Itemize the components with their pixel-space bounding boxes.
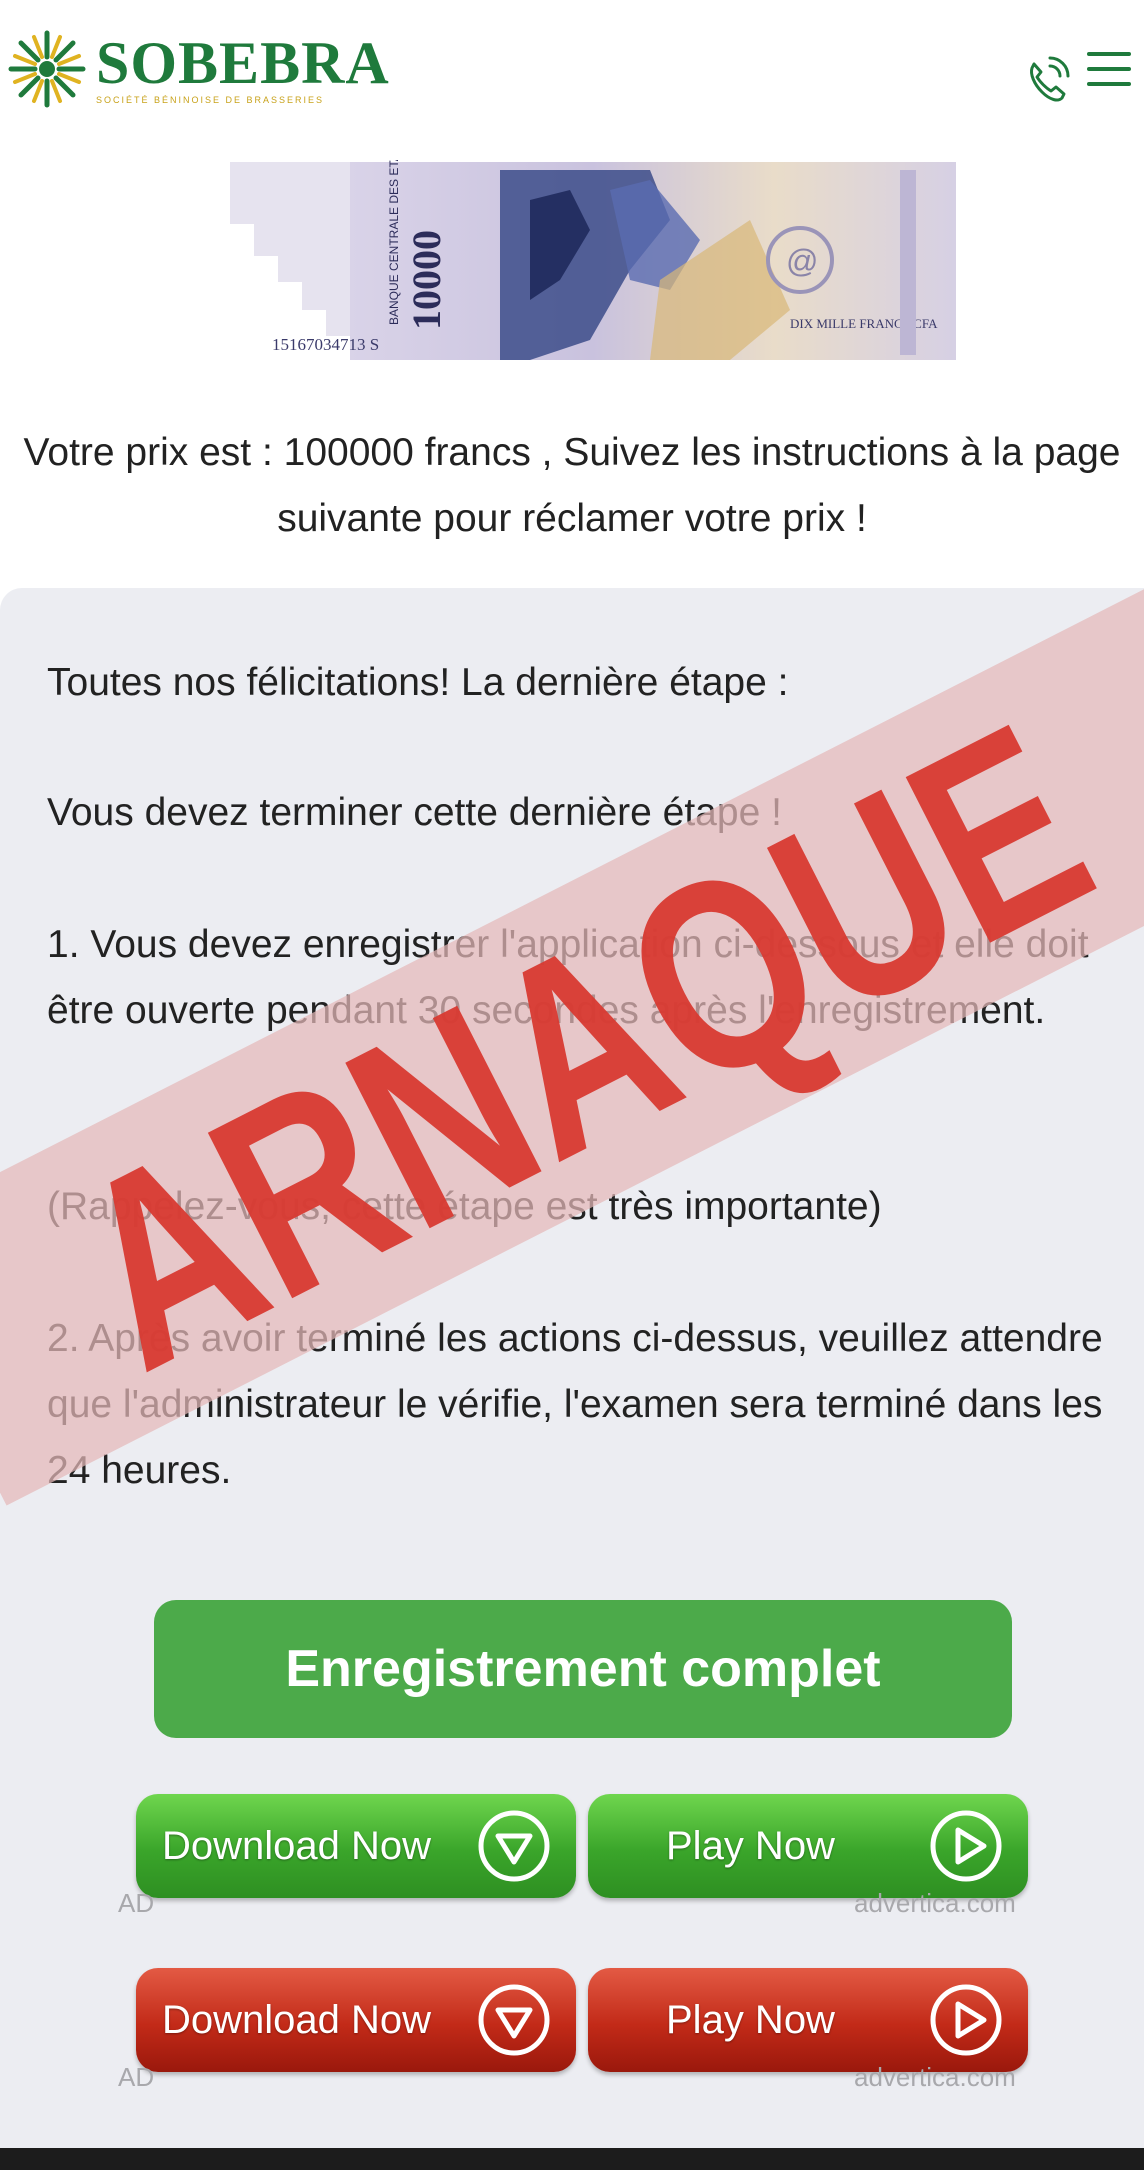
site-header: SOBEBRA SOCIÉTÉ BÉNINOISE DE BRASSERIES bbox=[0, 0, 1144, 160]
download-triangle-icon bbox=[478, 1984, 550, 2056]
ad-source[interactable]: advertica.com bbox=[854, 1888, 1016, 1919]
step1-text: 1. Vous devez enregistrer l'application … bbox=[47, 923, 1089, 1032]
bottom-bar bbox=[0, 2148, 1144, 2170]
download-now-label: Download Now bbox=[162, 1823, 432, 1868]
sunburst-logo-icon bbox=[8, 30, 86, 108]
download-now-label: Download Now bbox=[162, 1997, 432, 2042]
play-now-label: Play Now bbox=[666, 1997, 835, 2042]
logo-subtitle: SOCIÉTÉ BÉNINOISE DE BRASSERIES bbox=[96, 95, 325, 105]
svg-text:@: @ bbox=[786, 243, 818, 279]
ad-source[interactable]: advertica.com bbox=[854, 2062, 1016, 2093]
hamburger-menu-icon[interactable] bbox=[1086, 48, 1132, 90]
ad-play-now-button[interactable]: Play Now bbox=[588, 1968, 1028, 2072]
banknote-bank-text: BANQUE CENTRALE DES ETATS DE L'AFRIQUE bbox=[387, 160, 401, 325]
banknote-serial: 15167034713 S bbox=[272, 335, 379, 354]
congrats-text: Toutes nos félicitations! La dernière ét… bbox=[47, 661, 789, 704]
prize-message: Votre prix est : 100000 francs , Suivez … bbox=[23, 431, 1121, 540]
step2-text: 2. Après avoir terminé les actions ci-de… bbox=[47, 1317, 1103, 1492]
play-triangle-icon bbox=[930, 1984, 1002, 2056]
ad-label: AD bbox=[118, 2062, 155, 2092]
play-triangle-icon bbox=[930, 1810, 1002, 1882]
complete-registration-button[interactable]: Enregistrement complet bbox=[154, 1600, 1012, 1738]
banknote-image: @ 10000 BANQUE CENTRALE DES ETATS DE L'A… bbox=[230, 53, 956, 363]
ad-play-now-button[interactable]: Play Now bbox=[588, 1794, 1028, 1898]
reminder-text: (Rappelez-vous, cette étape est très imp… bbox=[47, 1185, 882, 1228]
sobebra-logo[interactable]: SOBEBRA SOCIÉTÉ BÉNINOISE DE BRASSERIES bbox=[6, 28, 390, 110]
download-triangle-icon bbox=[478, 1810, 550, 1882]
must-finish-text: Vous devez terminer cette dernière étape… bbox=[47, 791, 782, 834]
ad-label: AD bbox=[118, 1888, 155, 1918]
phone-icon[interactable] bbox=[1020, 52, 1074, 106]
ad-download-now-button[interactable]: Download Now bbox=[136, 1968, 576, 2072]
logo-name: SOBEBRA bbox=[96, 30, 390, 96]
banknote-value: 10000 bbox=[404, 230, 449, 330]
ad-download-now-button[interactable]: Download Now bbox=[136, 1794, 576, 1898]
play-now-label: Play Now bbox=[666, 1823, 835, 1868]
